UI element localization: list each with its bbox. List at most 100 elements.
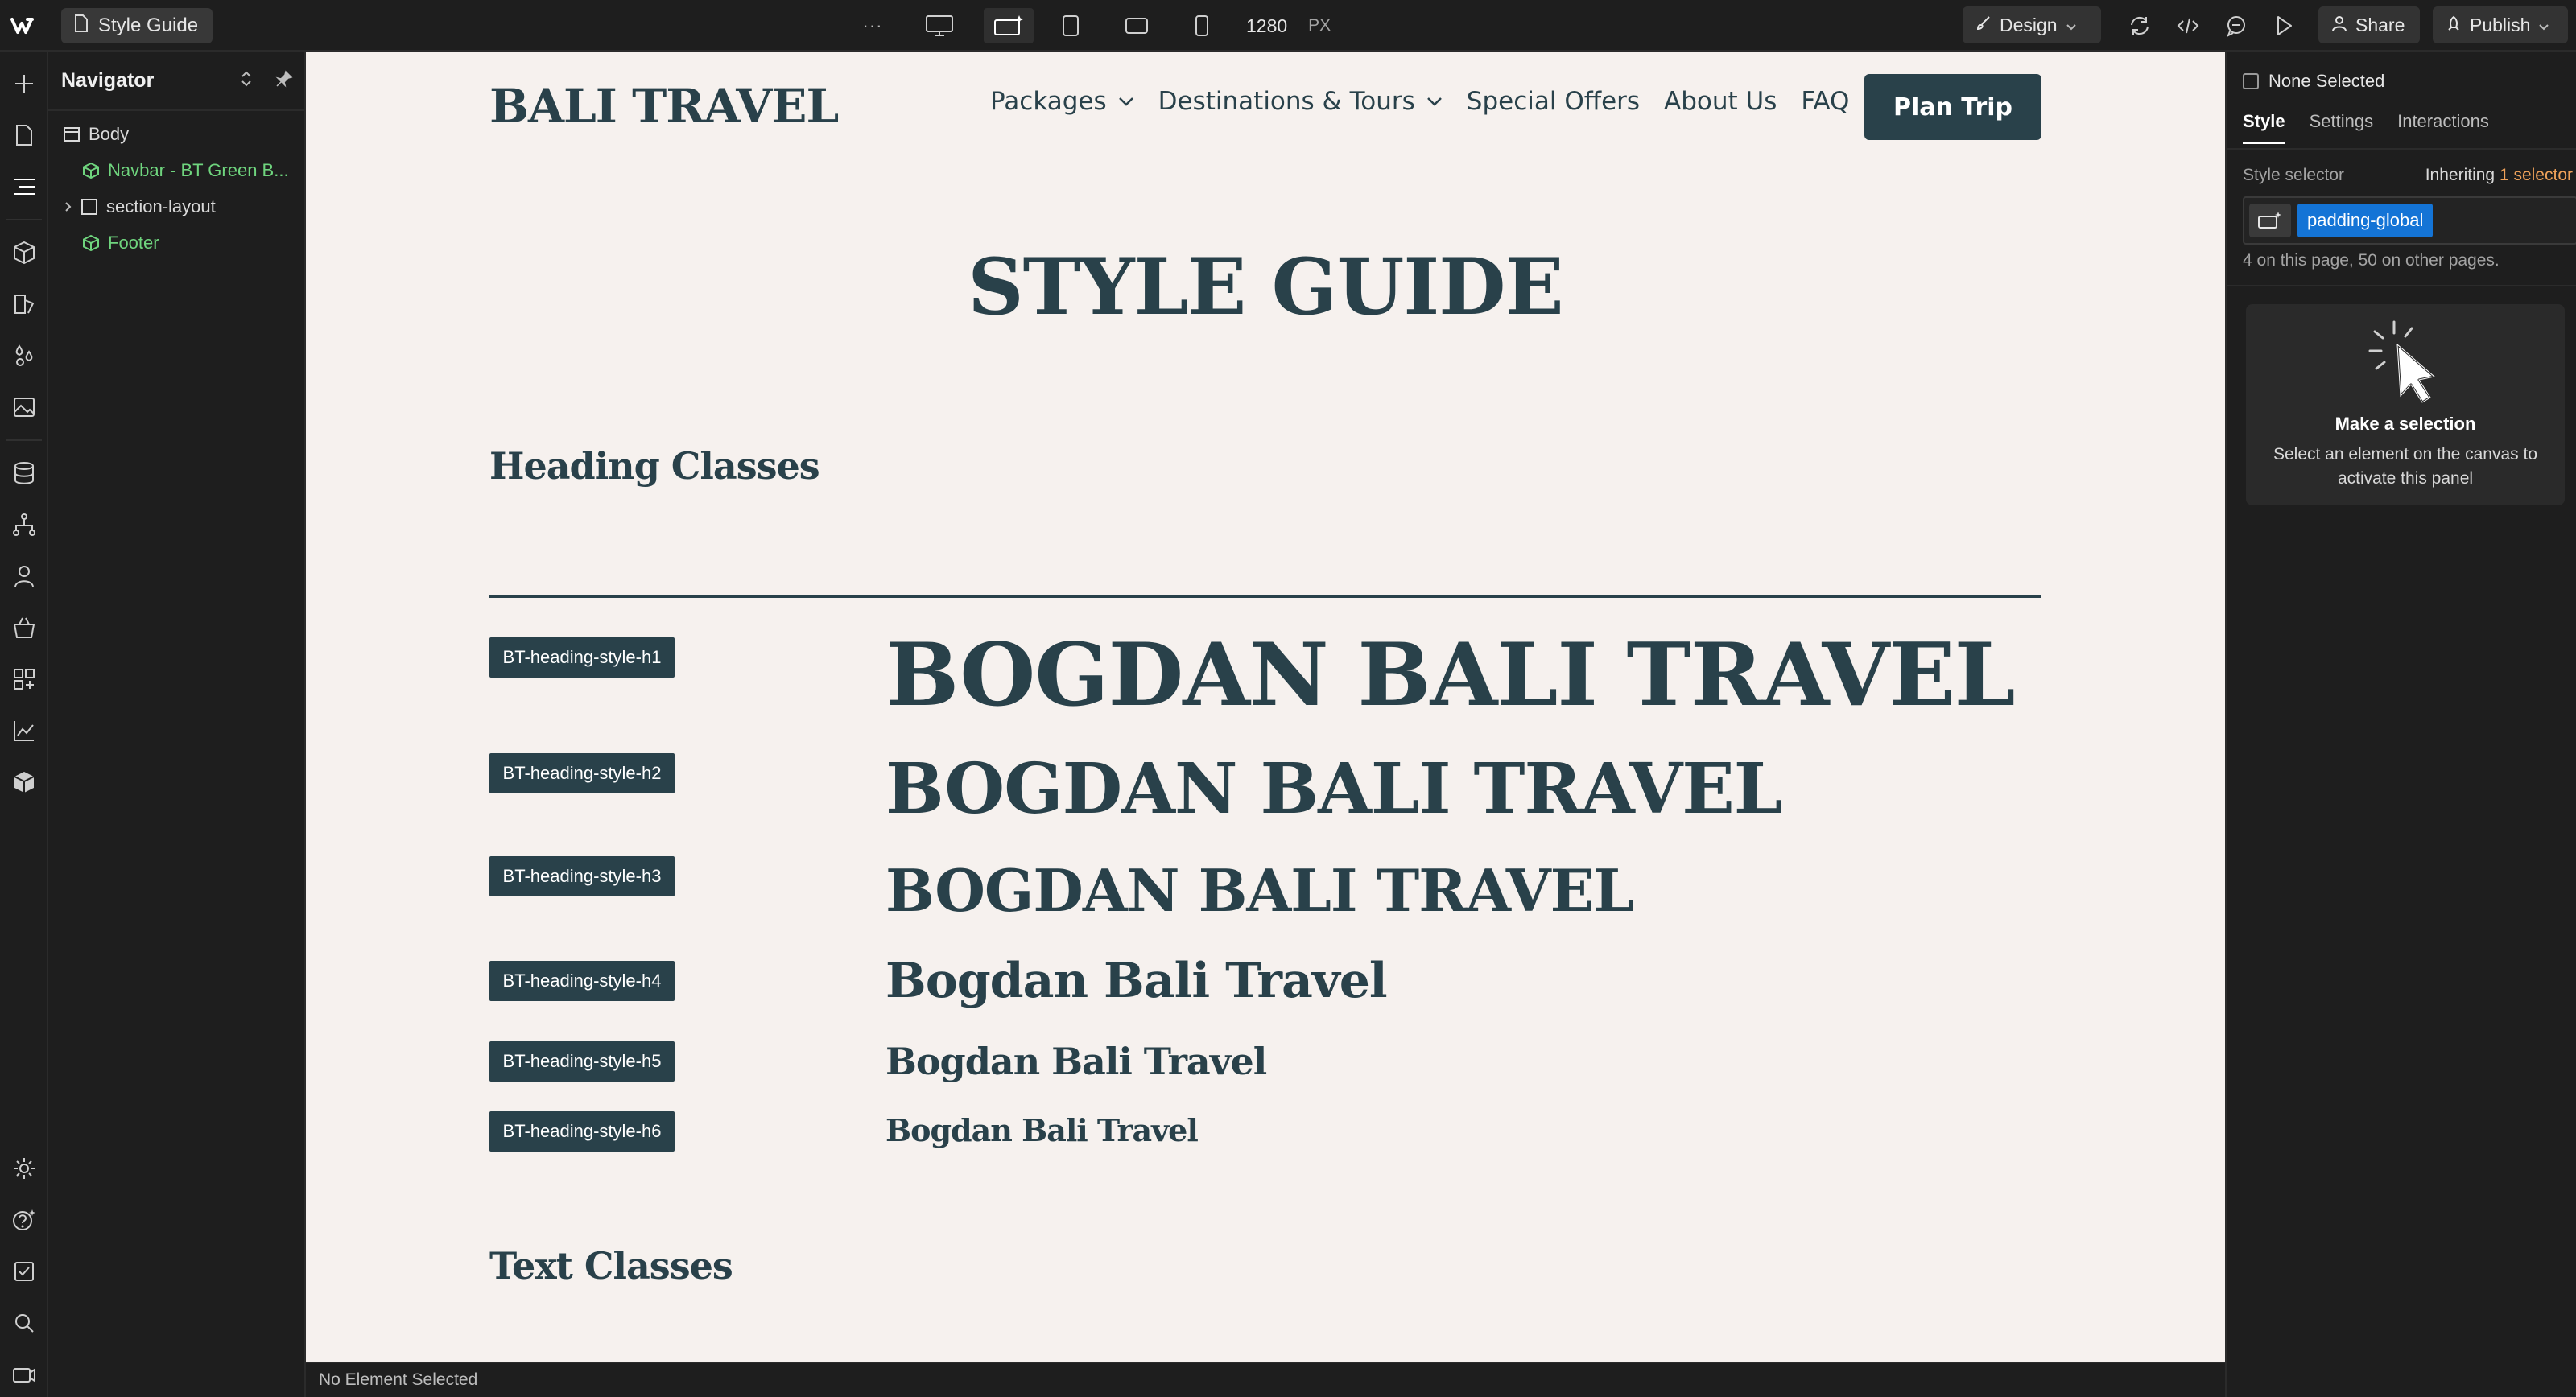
canvas-width-value[interactable]: 1280 (1246, 15, 1287, 37)
tab-style[interactable]: Style (2243, 111, 2285, 144)
design-mode-label: Design (2000, 14, 2058, 35)
sort-icon[interactable] (240, 69, 253, 93)
chevron-right-icon[interactable] (63, 201, 74, 212)
heading-sample-h3[interactable]: BOGDAN BALI TRAVEL (886, 856, 1634, 925)
tree-item-footer[interactable]: Footer (48, 225, 304, 261)
share-button[interactable]: Share (2318, 6, 2420, 43)
assets-icon[interactable] (10, 393, 39, 422)
class-tag-h2[interactable]: BT-heading-style-h2 (489, 753, 675, 793)
heading-classes-title: Heading Classes (489, 444, 820, 488)
navigator-icon[interactable] (10, 172, 39, 201)
nav-link-destinations[interactable]: Destinations & Tours (1158, 87, 1443, 116)
variables-icon[interactable] (10, 290, 39, 319)
pin-icon[interactable] (275, 70, 293, 92)
status-text: No Element Selected (319, 1370, 478, 1389)
nav-link-packages[interactable]: Packages (990, 87, 1134, 116)
nav-link-about-us[interactable]: About Us (1664, 87, 1777, 116)
styles-icon[interactable] (10, 341, 39, 370)
comment-icon[interactable] (2220, 8, 2252, 43)
nav-link-faq[interactable]: FAQ (1801, 87, 1849, 116)
empty-state-title: Make a selection (2334, 414, 2476, 434)
tree-item-label: Footer (108, 232, 159, 253)
insights-icon[interactable] (10, 716, 39, 745)
audit-icon[interactable] (10, 1257, 39, 1286)
components-icon[interactable] (10, 238, 39, 267)
tree-item-label: Navbar - BT Green B... (108, 159, 289, 180)
page-name: Style Guide (98, 14, 199, 36)
canvas-width-readout[interactable]: 1280 PX (1246, 8, 1331, 43)
tree-item-navbar[interactable]: Navbar - BT Green B... (48, 152, 304, 188)
tablet-icon[interactable] (1056, 8, 1085, 43)
webflow-logo-icon[interactable] (6, 11, 42, 40)
class-tag-h5[interactable]: BT-heading-style-h5 (489, 1041, 675, 1082)
ecommerce-icon[interactable] (10, 613, 39, 642)
search-icon[interactable] (10, 1308, 39, 1337)
selector-usage-text: 4 on this page, 50 on other pages. (2243, 251, 2500, 270)
video-icon[interactable] (10, 1360, 39, 1389)
code-icon[interactable] (2172, 8, 2204, 43)
selection-label: None Selected (2268, 71, 2385, 91)
tree-item-section-layout[interactable]: section-layout (48, 188, 304, 225)
tab-settings[interactable]: Settings (2310, 111, 2374, 144)
pages-icon[interactable] (10, 121, 39, 150)
publish-label: Publish (2470, 14, 2531, 35)
nav-link-label: About Us (1664, 87, 1777, 116)
left-icon-rail (0, 52, 48, 1397)
site-logo[interactable]: BALI TRAVEL (489, 79, 839, 134)
logic-icon[interactable] (10, 510, 39, 539)
navigator-header: Navigator (48, 52, 304, 111)
class-tag-h1[interactable]: BT-heading-style-h1 (489, 637, 675, 678)
selection-checkbox[interactable] (2243, 73, 2259, 89)
nav-link-label: Destinations & Tours (1158, 87, 1415, 116)
nav-link-label: Special Offers (1466, 87, 1641, 116)
heading-sample-h6[interactable]: Bogdan Bali Travel (886, 1112, 1199, 1148)
nav-link-label: FAQ (1801, 87, 1850, 116)
settings-icon[interactable] (10, 1154, 39, 1183)
desktop-icon[interactable] (919, 8, 960, 43)
help-icon[interactable] (10, 1205, 39, 1234)
users-icon[interactable] (10, 562, 39, 591)
publish-button[interactable]: Publish (2433, 6, 2568, 43)
class-tag-h6[interactable]: BT-heading-style-h6 (489, 1111, 675, 1152)
selection-indicator: None Selected (2243, 71, 2384, 92)
tab-interactions[interactable]: Interactions (2397, 111, 2489, 144)
libraries-icon[interactable] (10, 768, 39, 797)
selector-chip[interactable]: padding-global (2297, 204, 2434, 237)
plan-trip-button[interactable]: Plan Trip (1864, 74, 2041, 140)
navigator-panel: Navigator Body Navbar - BT Green B... se… (48, 52, 306, 1397)
design-canvas[interactable]: BALI TRAVEL Packages Destinations & Tour… (306, 52, 2225, 1362)
design-mode-button[interactable]: Design (1963, 6, 2101, 43)
class-tag-h3[interactable]: BT-heading-style-h3 (489, 856, 675, 896)
play-icon[interactable] (2268, 8, 2301, 43)
symbol-icon (83, 162, 99, 179)
more-glyph: ··· (862, 15, 883, 35)
desktop-star-icon[interactable] (984, 8, 1034, 43)
cms-icon[interactable] (10, 459, 39, 488)
class-tag-h4[interactable]: BT-heading-style-h4 (489, 961, 675, 1001)
nav-link-special-offers[interactable]: Special Offers (1467, 87, 1640, 116)
tablet-landscape-icon[interactable] (1121, 8, 1153, 43)
navigator-tree: Body Navbar - BT Green B... section-layo… (48, 111, 304, 261)
heading-sample-h5[interactable]: Bogdan Bali Travel (886, 1040, 1267, 1083)
inheriting-count[interactable]: 1 selector (2500, 166, 2573, 184)
style-selector-field[interactable]: padding-global (2243, 196, 2576, 245)
mobile-icon[interactable] (1190, 8, 1214, 43)
page-icon (74, 14, 89, 38)
panel-tabs: Style Settings Interactions (2243, 111, 2489, 144)
rail-divider (6, 219, 42, 220)
tree-item-body[interactable]: Body (48, 116, 304, 152)
canvas-width-unit: PX (1308, 16, 1331, 35)
apps-icon[interactable] (10, 665, 39, 694)
more-icon[interactable]: ··· (857, 8, 889, 43)
sync-icon[interactable] (2124, 8, 2156, 43)
heading-sample-h4[interactable]: Bogdan Bali Travel (886, 953, 1388, 1009)
selector-state-icon[interactable] (2249, 204, 2291, 237)
heading-sample-h1[interactable]: BOGDAN BALI TRAVEL (886, 624, 2016, 726)
heading-sample-h2[interactable]: BOGDAN BALI TRAVEL (886, 748, 1782, 830)
page-title: STYLE GUIDE (968, 241, 1563, 332)
symbol-icon (83, 234, 99, 251)
page-switcher[interactable]: Style Guide (61, 8, 213, 43)
navigator-title: Navigator (61, 68, 155, 92)
plus-icon[interactable] (10, 69, 39, 98)
rocket-icon (2446, 14, 2462, 36)
